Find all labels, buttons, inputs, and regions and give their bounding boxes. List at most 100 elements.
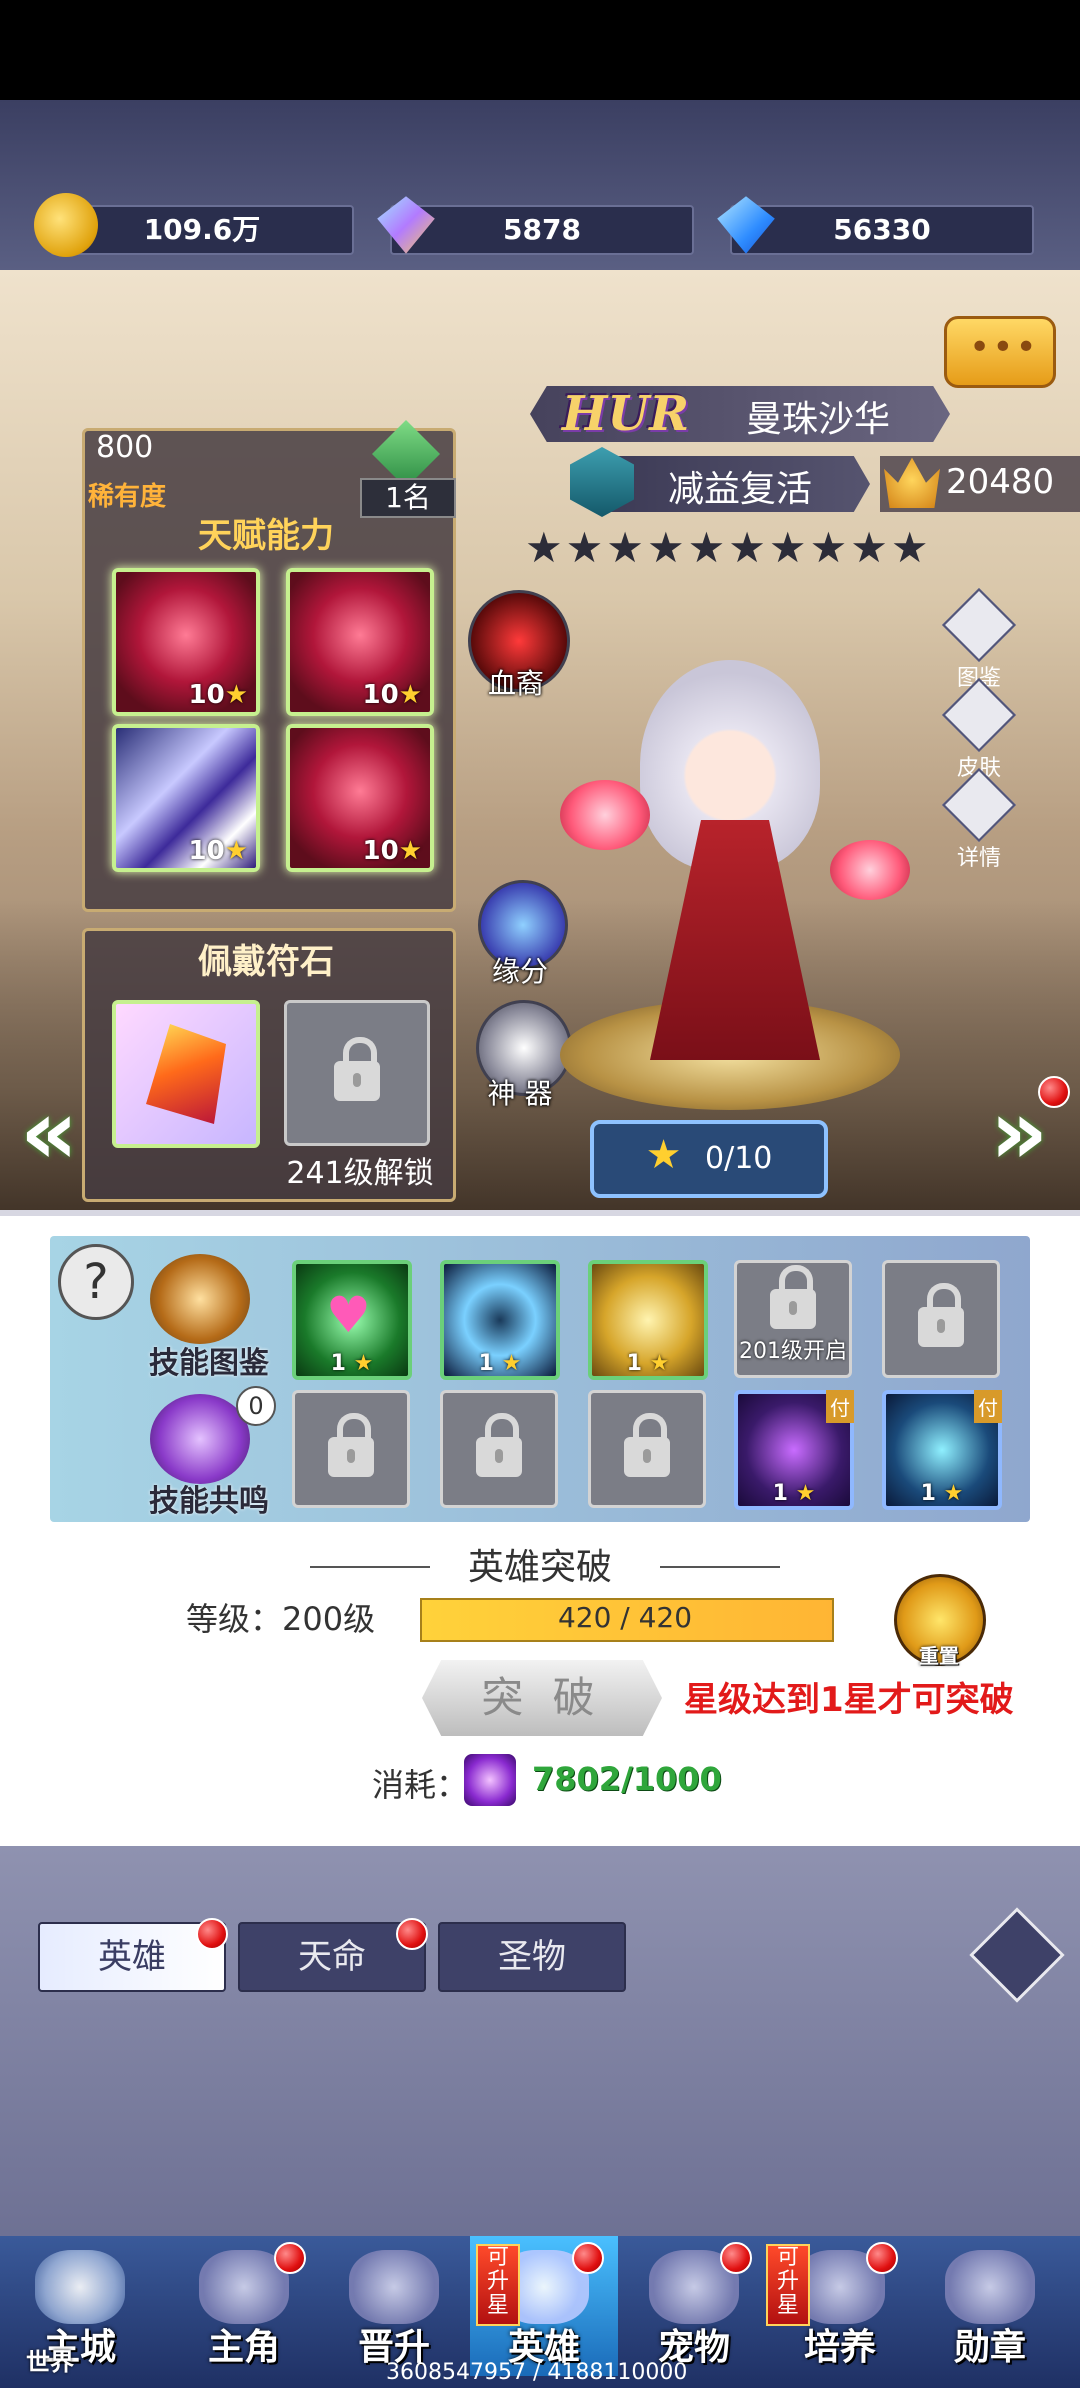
medal-icon [945, 2250, 1035, 2324]
breakthrough-warning: 星级达到1星才可突破 [684, 1680, 1014, 1720]
cost-label: 消耗： [372, 1766, 469, 1804]
nav-main-city[interactable]: 主城 世界 [6, 2236, 154, 2376]
details-button[interactable]: 详情 [941, 767, 1017, 871]
prev-hero-arrow[interactable]: « [20, 1080, 100, 1185]
hero-name: 曼珠沙华 [746, 399, 891, 440]
wings-icon [349, 2250, 439, 2324]
nav-training-badge: 可升星 [766, 2244, 810, 2326]
locked-skill-slot[interactable] [588, 1390, 706, 1508]
gold-value: 109.6万 [143, 213, 261, 246]
talent-slot[interactable]: 10★ [286, 568, 434, 716]
rune-stone-icon [146, 1024, 226, 1124]
locked-rune-slot[interactable] [284, 1000, 430, 1146]
star-up-icon: ★ [645, 1132, 682, 1178]
book-icon [941, 587, 1017, 663]
lock-icon [770, 1265, 816, 1329]
talent-slot[interactable]: 10★ [112, 568, 260, 716]
lock-icon [334, 1037, 380, 1101]
nav-training-red-dot [866, 2242, 898, 2274]
skill-slot[interactable]: 1 ★ [440, 1260, 560, 1380]
tab-destiny-red-dot [396, 1918, 428, 1950]
locked-skill-slot[interactable] [882, 1260, 1000, 1378]
skill-resonance-button[interactable]: 技能共鸣 [134, 1476, 284, 1520]
nav-hero-red-dot [572, 2242, 604, 2274]
tab-relic[interactable]: 圣物 [438, 1922, 626, 1992]
rarity-tag: HUR [562, 386, 690, 442]
talent-slot[interactable]: 10★ [286, 724, 434, 872]
title-divider-left [310, 1566, 430, 1568]
gold-coin-icon [34, 193, 98, 257]
chat-bubble-icon[interactable]: ••• [944, 316, 1056, 388]
title-divider-right [660, 1566, 780, 1568]
spirit-icon: 1 [920, 1481, 936, 1506]
locked-skill-slot[interactable]: 201级开启 [734, 1260, 852, 1378]
locked-skill-slot[interactable] [440, 1390, 558, 1508]
talent-slot[interactable]: 10★ [112, 724, 260, 872]
lock-icon [328, 1413, 374, 1477]
attached-badge: 付 [974, 1390, 1002, 1423]
lotus-right-icon [830, 840, 910, 900]
breakthrough-button[interactable]: 突 破 [422, 1660, 662, 1736]
rune-title: 佩戴符石 [198, 942, 334, 982]
status-bar [0, 0, 1080, 100]
castle-icon [35, 2250, 125, 2324]
lock-icon [476, 1413, 522, 1477]
nav-pet-red-dot [720, 2242, 752, 2274]
skill-slot[interactable]: 付 1 ★ [882, 1390, 1002, 1510]
hero-stars: ★★★★★★★★★★ [525, 523, 932, 572]
skill-resonance-icon [150, 1394, 250, 1484]
tab-hero-red-dot [196, 1918, 228, 1950]
resonance-count: 0 [236, 1386, 276, 1426]
nav-promotion[interactable]: 晋升 [320, 2236, 468, 2376]
heart-icon: ♥ [326, 1286, 371, 1344]
footer-counter: 3608547957 / 4188110000 [386, 2360, 688, 2385]
lock-icon [624, 1413, 670, 1477]
bloodline-button[interactable]: 血裔 [468, 590, 576, 702]
level-label: 等级：200级 [186, 1600, 376, 1638]
skin-button[interactable]: 皮肤 [941, 677, 1017, 781]
skill-library-button[interactable]: 技能图鉴 [134, 1338, 284, 1382]
fate-button[interactable]: 缘分 [478, 880, 580, 990]
star-progress[interactable]: ★ 0/10 [590, 1120, 828, 1198]
talent-level: 10 [362, 836, 399, 866]
skill-slot[interactable]: ♥ 1 ★ [292, 1260, 412, 1380]
skill-slot[interactable]: 1 ★ [588, 1260, 708, 1380]
bottom-panel [0, 1846, 1080, 2246]
talent-level: 10 [188, 680, 225, 710]
diamond-value: 56330 [833, 213, 931, 246]
rune-slot[interactable] [112, 1000, 260, 1148]
shirt-icon [941, 677, 1017, 753]
attached-badge: 付 [826, 1390, 854, 1423]
skill-slot[interactable]: 付 1 ★ [734, 1390, 854, 1510]
diamond-counter[interactable]: 56330 [717, 196, 1034, 255]
talent-level: 10 [188, 836, 225, 866]
lotus-left-icon [560, 780, 650, 850]
rarity-value: 800 [96, 430, 154, 465]
rainbow-gem-counter[interactable]: 5878 [377, 196, 694, 255]
help-button[interactable]: ? [58, 1244, 134, 1320]
magnifier-icon [941, 767, 1017, 843]
hero-tag: 减益复活 [668, 469, 813, 510]
shield-icon: 1 [626, 1351, 642, 1376]
locked-skill-slot[interactable] [292, 1390, 410, 1508]
purple-orb-icon [464, 1754, 516, 1806]
lock-icon [918, 1283, 964, 1347]
next-hero-red-dot [1038, 1076, 1070, 1108]
rainbow-gem-value: 5878 [503, 213, 581, 246]
vortex-icon: 1 [478, 1351, 494, 1376]
reset-label: 重置 [919, 1644, 959, 1668]
shadow-figure-icon: 1 [772, 1481, 788, 1506]
nav-protagonist-red-dot [274, 2242, 306, 2274]
talent-level: 10 [362, 680, 399, 710]
gold-counter[interactable]: 109.6万 [34, 193, 354, 257]
hero-power: 20480 [946, 462, 1055, 502]
star-progress-text: 0/10 [705, 1141, 773, 1176]
nav-medal[interactable]: 勋章 [916, 2236, 1064, 2376]
skill-library-icon [150, 1254, 250, 1344]
nav-hero-badge: 可升星 [476, 2244, 520, 2326]
rune-unlock-text: 241级解锁 [286, 1156, 434, 1191]
level-progress-text: 420 / 420 [557, 1601, 693, 1634]
codex-button[interactable]: 图鉴 [941, 587, 1017, 691]
talent-title: 天赋能力 [198, 516, 334, 556]
cost-value: 7802/1000 [532, 1760, 722, 1798]
